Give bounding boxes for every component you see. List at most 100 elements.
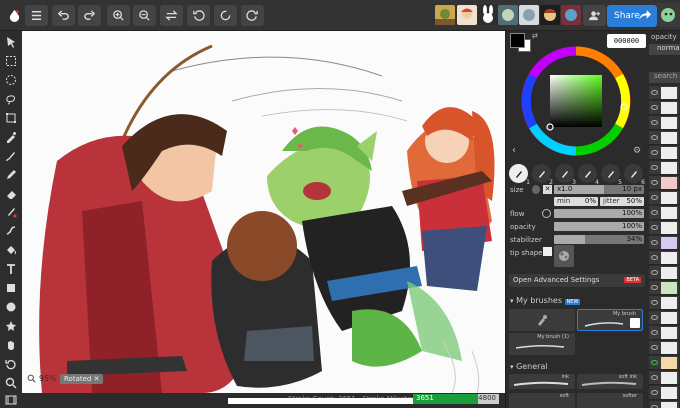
- layer-row[interactable]: [649, 266, 679, 280]
- transform-tool[interactable]: [3, 110, 19, 126]
- blend-mode-select[interactable]: norma: [649, 44, 680, 55]
- collaborator-avatar[interactable]: [457, 5, 477, 25]
- eye-icon[interactable]: [651, 345, 658, 350]
- brush-cell-tool[interactable]: [509, 309, 575, 331]
- swap-colors-icon[interactable]: ⇄: [532, 32, 538, 40]
- jitter-field[interactable]: jitter 50%: [600, 197, 644, 206]
- eyedropper-tool[interactable]: [3, 129, 19, 145]
- min-size-field[interactable]: min 0%: [554, 197, 598, 206]
- eye-icon[interactable]: [651, 135, 658, 140]
- smudge-tool[interactable]: [3, 223, 19, 239]
- text-tool[interactable]: [3, 261, 19, 277]
- zoom-tool[interactable]: [3, 375, 19, 391]
- brush-preset-4[interactable]: 4: [578, 164, 599, 186]
- chat-avatar-icon[interactable]: [657, 3, 680, 27]
- hand-tool[interactable]: [3, 337, 19, 353]
- rotate-left-button[interactable]: [187, 5, 210, 26]
- eye-icon[interactable]: [651, 180, 658, 185]
- layer-row[interactable]: [649, 311, 679, 325]
- brush-cell-my-brush[interactable]: My brush: [577, 309, 643, 331]
- layer-row[interactable]: [649, 251, 679, 265]
- eye-icon[interactable]: [651, 105, 658, 110]
- layer-row[interactable]: [649, 401, 679, 408]
- size-reset-icon[interactable]: ✕: [543, 185, 552, 194]
- brush-preset-2[interactable]: 2: [532, 164, 553, 186]
- collaborator-avatar[interactable]: [519, 5, 539, 25]
- size-slider[interactable]: x1.0 10 px: [554, 185, 644, 194]
- opacity-slider[interactable]: 100%: [554, 222, 644, 231]
- brush-tool[interactable]: [3, 148, 19, 164]
- layer-row[interactable]: [649, 101, 679, 115]
- rotated-badge[interactable]: Rotated ✕: [60, 374, 104, 384]
- brush-preset-3[interactable]: 3: [555, 164, 576, 186]
- drawing-canvas[interactable]: 95% Rotated ✕: [22, 31, 505, 393]
- eye-icon[interactable]: [651, 210, 658, 215]
- rect-select-tool[interactable]: [3, 53, 19, 69]
- collaborator-avatar[interactable]: [478, 5, 498, 25]
- eye-icon[interactable]: [651, 375, 658, 380]
- eye-icon[interactable]: [651, 150, 658, 155]
- color-wheel[interactable]: [520, 45, 632, 157]
- film-tool[interactable]: [3, 392, 19, 408]
- layer-row[interactable]: [649, 386, 679, 400]
- eye-icon[interactable]: [651, 90, 658, 95]
- pencil-tool[interactable]: [3, 167, 19, 183]
- brush-preset-6[interactable]: 6: [624, 164, 645, 186]
- fill-tool[interactable]: [3, 242, 19, 258]
- collaborator-avatar[interactable]: [498, 5, 518, 25]
- add-user-button[interactable]: [583, 5, 606, 26]
- layer-row[interactable]: [649, 146, 679, 160]
- eye-icon[interactable]: [651, 360, 658, 365]
- eye-icon[interactable]: [651, 120, 658, 125]
- brush-cell-my-brush-1[interactable]: My brush (1): [509, 333, 575, 355]
- rotate-view-tool[interactable]: [3, 356, 19, 372]
- brush-cell-ink[interactable]: ink: [509, 374, 575, 389]
- brush-preset-5[interactable]: 5: [601, 164, 622, 186]
- layer-row[interactable]: [649, 371, 679, 385]
- general-brushes-header[interactable]: ▾ General: [510, 362, 548, 371]
- layer-row[interactable]: [649, 281, 679, 295]
- app-logo[interactable]: [3, 5, 26, 26]
- brush-preset-1[interactable]: 1: [509, 164, 530, 186]
- rectangle-tool[interactable]: [3, 280, 19, 296]
- stabilizer-slider[interactable]: 34%: [554, 235, 644, 244]
- layer-row[interactable]: [649, 161, 679, 175]
- chevron-left-icon[interactable]: ‹: [512, 145, 516, 156]
- layer-row[interactable]: [649, 221, 679, 235]
- layer-row[interactable]: [649, 296, 679, 310]
- layer-row[interactable]: [649, 191, 679, 205]
- tip-shape-toggle[interactable]: [543, 247, 552, 256]
- layer-row[interactable]: [649, 86, 679, 100]
- lasso-tool[interactable]: [3, 91, 19, 107]
- eye-icon[interactable]: [651, 240, 658, 245]
- eye-icon[interactable]: [651, 330, 658, 335]
- reset-rotation-button[interactable]: [214, 5, 237, 26]
- brush-cell-soft-ink[interactable]: soft ink: [577, 374, 643, 389]
- layer-row[interactable]: [649, 116, 679, 130]
- brush-cell-soft[interactable]: soft: [509, 393, 575, 408]
- eraser-tool[interactable]: [3, 186, 19, 202]
- ellipse-select-tool[interactable]: [3, 72, 19, 88]
- layer-row[interactable]: [649, 236, 679, 250]
- color-brush-tool[interactable]: [3, 204, 19, 220]
- redo-button[interactable]: [78, 5, 101, 26]
- undo-button[interactable]: [52, 5, 75, 26]
- menu-button[interactable]: [25, 5, 48, 26]
- eye-icon[interactable]: [651, 315, 658, 320]
- flow-slider[interactable]: 100%: [554, 209, 644, 218]
- zoom-indicator[interactable]: 95%: [27, 374, 57, 383]
- layer-row[interactable]: [649, 131, 679, 145]
- rotate-right-button[interactable]: [241, 5, 264, 26]
- eye-icon[interactable]: [651, 255, 658, 260]
- eye-icon[interactable]: [651, 195, 658, 200]
- eye-icon[interactable]: [651, 300, 658, 305]
- zoom-in-button[interactable]: [107, 5, 130, 26]
- close-icon[interactable]: ✕: [94, 375, 100, 383]
- my-brushes-header[interactable]: ▾ My brushes NEW: [510, 296, 581, 305]
- eye-icon[interactable]: [651, 285, 658, 290]
- tip-shape-preview[interactable]: [554, 245, 574, 267]
- advanced-settings-button[interactable]: Open Advanced Settings BETA: [509, 274, 645, 287]
- eye-icon[interactable]: [651, 390, 658, 395]
- layer-row[interactable]: [649, 326, 679, 340]
- zoom-out-button[interactable]: [133, 5, 156, 26]
